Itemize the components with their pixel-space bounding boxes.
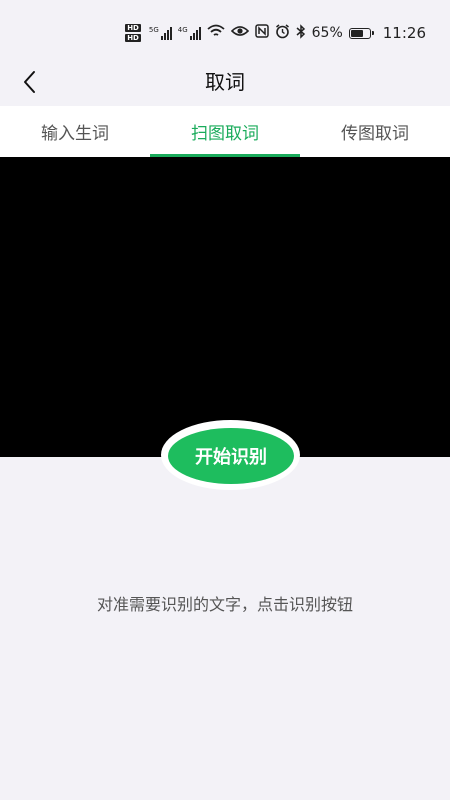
start-recognition-label: 开始识别 [195,447,267,468]
camera-preview[interactable] [0,157,450,457]
status-icons: HD HD 5G 4G 65% 11:26 [125,22,426,44]
battery-icon [348,27,374,39]
tab-label: 输入生词 [41,124,109,144]
nav-bar: 取词 [0,58,450,106]
signal-5g-icon: 5G [149,26,172,40]
tab-bar: 输入生词 扫图取词 传图取词 [0,106,450,157]
hd-label: HD [125,34,141,42]
start-recognition-button[interactable]: 开始识别 [168,428,294,484]
status-bar: HD HD 5G 4G 65% 11:26 [0,0,450,58]
page-title: 取词 [205,70,245,94]
eye-icon [230,25,249,41]
network-type-label: 4G [177,26,188,34]
nfc-icon [254,24,269,42]
tab-label: 传图取词 [341,124,409,144]
signal-4g-icon: 4G [178,26,201,40]
battery-percent: 65% [311,25,343,41]
clock-time: 11:26 [382,24,426,42]
tab-label: 扫图取词 [191,124,259,144]
wifi-icon [207,24,225,42]
network-type-label: 5G [148,26,159,34]
tab-scan-word[interactable]: 扫图取词 [150,106,300,157]
tab-upload-image[interactable]: 传图取词 [300,106,450,157]
hd-indicators: HD HD [125,24,141,42]
bluetooth-icon [296,23,306,43]
hd-label: HD [125,24,141,32]
alarm-icon [275,23,290,43]
hint-text: 对准需要识别的文字，点击识别按钮 [96,595,353,614]
tab-input-word[interactable]: 输入生词 [0,106,150,157]
